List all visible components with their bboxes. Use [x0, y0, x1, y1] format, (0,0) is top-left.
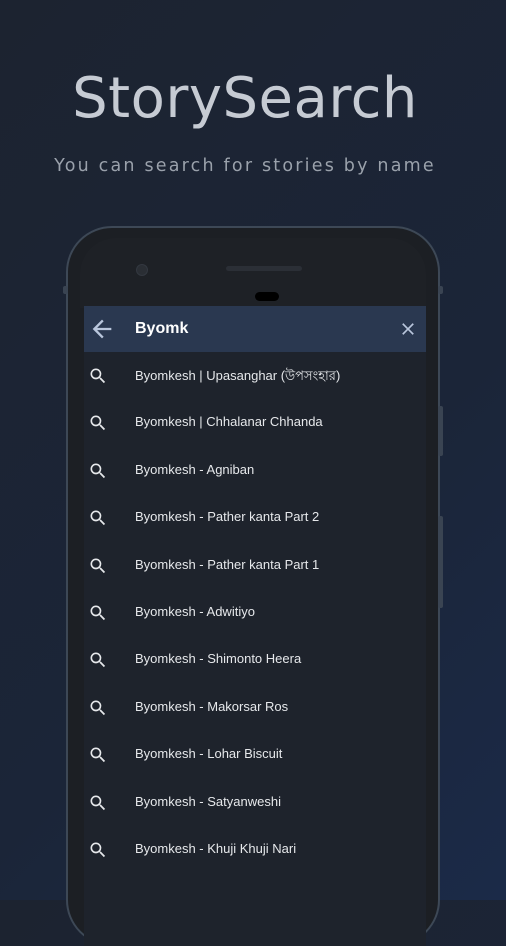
promo-title: StorySearch — [72, 66, 418, 131]
search-icon — [90, 747, 106, 763]
search-suggestion-item[interactable]: Byomkesh - Adwitiyo — [84, 589, 426, 636]
phone-left-notch — [63, 286, 68, 294]
front-camera — [136, 264, 148, 276]
search-icon — [90, 415, 106, 431]
search-suggestion-item[interactable]: Byomkesh - Khuji Khuji Nari — [84, 826, 426, 873]
suggestion-label: Byomkesh - Lohar Biscuit — [135, 746, 283, 762]
search-icon — [90, 510, 106, 526]
suggestion-label: Byomkesh | Chhalanar Chhanda — [135, 414, 323, 430]
suggestion-label: Byomkesh - Shimonto Heera — [135, 651, 302, 667]
earpiece — [255, 292, 279, 301]
search-icon — [90, 652, 106, 668]
search-suggestion-item[interactable]: Byomkesh - Makorsar Ros — [84, 684, 426, 731]
search-suggestion-item[interactable]: Byomkesh - Pather kanta Part 2 — [84, 494, 426, 541]
suggestion-label: Byomkesh | Upasanghar (উপসংহার) — [135, 368, 341, 383]
suggestion-label: Byomkesh - Makorsar Ros — [135, 698, 289, 714]
suggestion-label: Byomkesh - Pather kanta Part 2 — [135, 509, 320, 525]
app-screen: Byomk Byomkesh | Upasanghar (উপসংহার) Byo… — [84, 306, 426, 946]
search-icon — [90, 795, 106, 810]
search-suggestion-item[interactable]: Byomkesh - Shimonto Heera — [84, 636, 426, 683]
search-suggestion-item[interactable]: Byomkesh - Pather kanta Part 1 — [84, 542, 426, 589]
phone-power-button — [438, 406, 443, 456]
search-icon — [90, 842, 106, 857]
search-suggestion-item[interactable]: Byomkesh - Satyanweshi — [84, 779, 426, 826]
search-icon — [90, 558, 106, 573]
search-input[interactable]: Byomk — [135, 320, 188, 338]
phone-top-bezel — [80, 238, 426, 308]
suggestion-label: Byomkesh - Agniban — [135, 461, 255, 477]
search-suggestions-list: Byomkesh | Upasanghar (উপসংহার) Byomkesh … — [84, 352, 426, 873]
phone-frame: Byomk Byomkesh | Upasanghar (উপসংহার) Byo… — [63, 226, 443, 946]
suggestion-label: Byomkesh - Khuji Khuji Nari — [135, 840, 297, 856]
suggestion-label: Byomkesh - Adwitiyo — [135, 603, 255, 619]
search-icon — [90, 463, 106, 478]
search-icon — [90, 368, 106, 384]
phone-right-notch — [438, 286, 443, 294]
search-suggestion-item[interactable]: Byomkesh | Upasanghar (উপসংহার) — [84, 352, 426, 399]
search-bar: Byomk — [84, 306, 426, 352]
arrow-back-icon[interactable] — [88, 315, 116, 343]
phone-volume-button — [438, 516, 443, 608]
search-suggestion-item[interactable]: Byomkesh - Lohar Biscuit — [84, 731, 426, 778]
search-suggestion-item[interactable]: Byomkesh | Chhalanar Chhanda — [84, 399, 426, 446]
search-icon — [90, 605, 106, 621]
suggestion-label: Byomkesh - Pather kanta Part 1 — [135, 556, 320, 572]
promo-subtitle: You can search for stories by name — [54, 156, 436, 176]
speaker-grille — [226, 266, 302, 271]
close-icon[interactable] — [398, 319, 418, 339]
search-icon — [90, 700, 106, 715]
suggestion-label: Byomkesh - Satyanweshi — [135, 793, 281, 809]
search-suggestion-item[interactable]: Byomkesh - Agniban — [84, 447, 426, 494]
